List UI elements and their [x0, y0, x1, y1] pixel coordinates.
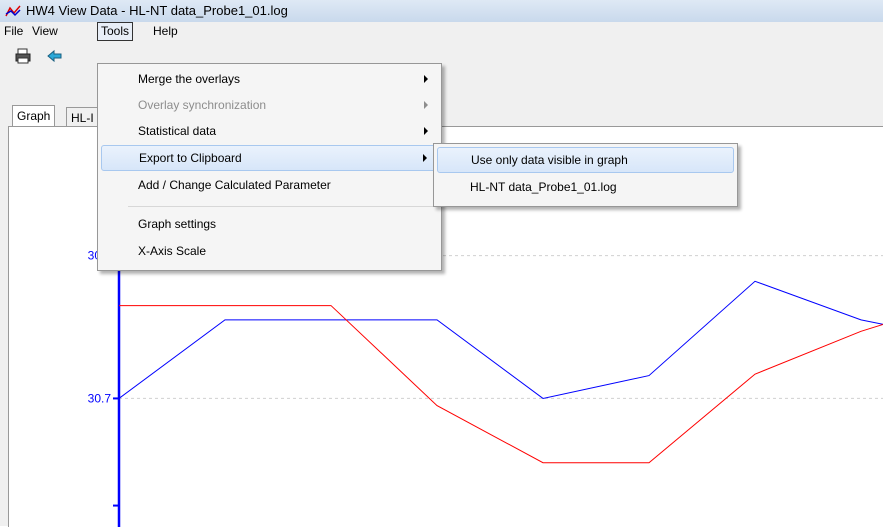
app-chart-icon — [5, 5, 21, 17]
tab-graph[interactable]: Graph — [12, 105, 56, 126]
menu-item-overlay-sync: Overlay synchronization — [101, 93, 438, 117]
menu-item-graph-settings[interactable]: Graph settings — [101, 212, 438, 236]
menu-item-log-file[interactable]: HL-NT data_Probe1_01.log — [437, 175, 734, 199]
submenu-arrow-icon — [424, 127, 428, 135]
menu-item-visible-data[interactable]: Use only data visible in graph — [437, 147, 734, 173]
submenu-arrow-icon — [424, 75, 428, 83]
tools-dropdown-menu: Merge the overlays Overlay synchronizati… — [97, 63, 442, 271]
menu-help[interactable]: Help — [150, 23, 181, 40]
menu-separator — [128, 206, 438, 207]
menu-item-merge-overlays[interactable]: Merge the overlays — [101, 67, 438, 91]
tab-hl[interactable]: HL-I — [66, 107, 99, 126]
menu-view[interactable]: View — [29, 23, 61, 40]
menu-item-x-axis-scale[interactable]: X-Axis Scale — [101, 239, 438, 263]
menu-tools[interactable]: Tools — [97, 22, 134, 41]
window-title: HW4 View Data - HL-NT data_Probe1_01.log — [26, 3, 288, 18]
menu-file[interactable]: File — [1, 23, 26, 40]
submenu-arrow-icon — [424, 101, 428, 109]
submenu-arrow-icon — [423, 154, 427, 162]
menu-item-export-clipboard[interactable]: Export to Clipboard — [101, 145, 438, 171]
export-submenu: Use only data visible in graph HL-NT dat… — [433, 143, 738, 207]
series-red-line — [119, 305, 883, 464]
y-tick-label: 30.7 — [88, 391, 112, 405]
menu-item-statistical-data[interactable]: Statistical data — [101, 119, 438, 143]
menu-bar: File View Tools Help — [0, 22, 883, 41]
menu-item-calculated-parameter[interactable]: Add / Change Calculated Parameter — [101, 173, 438, 197]
printer-icon[interactable] — [14, 47, 32, 65]
series-blue-line — [118, 280, 883, 399]
arrow-left-icon[interactable] — [46, 47, 64, 65]
title-bar: HW4 View Data - HL-NT data_Probe1_01.log — [0, 0, 883, 22]
